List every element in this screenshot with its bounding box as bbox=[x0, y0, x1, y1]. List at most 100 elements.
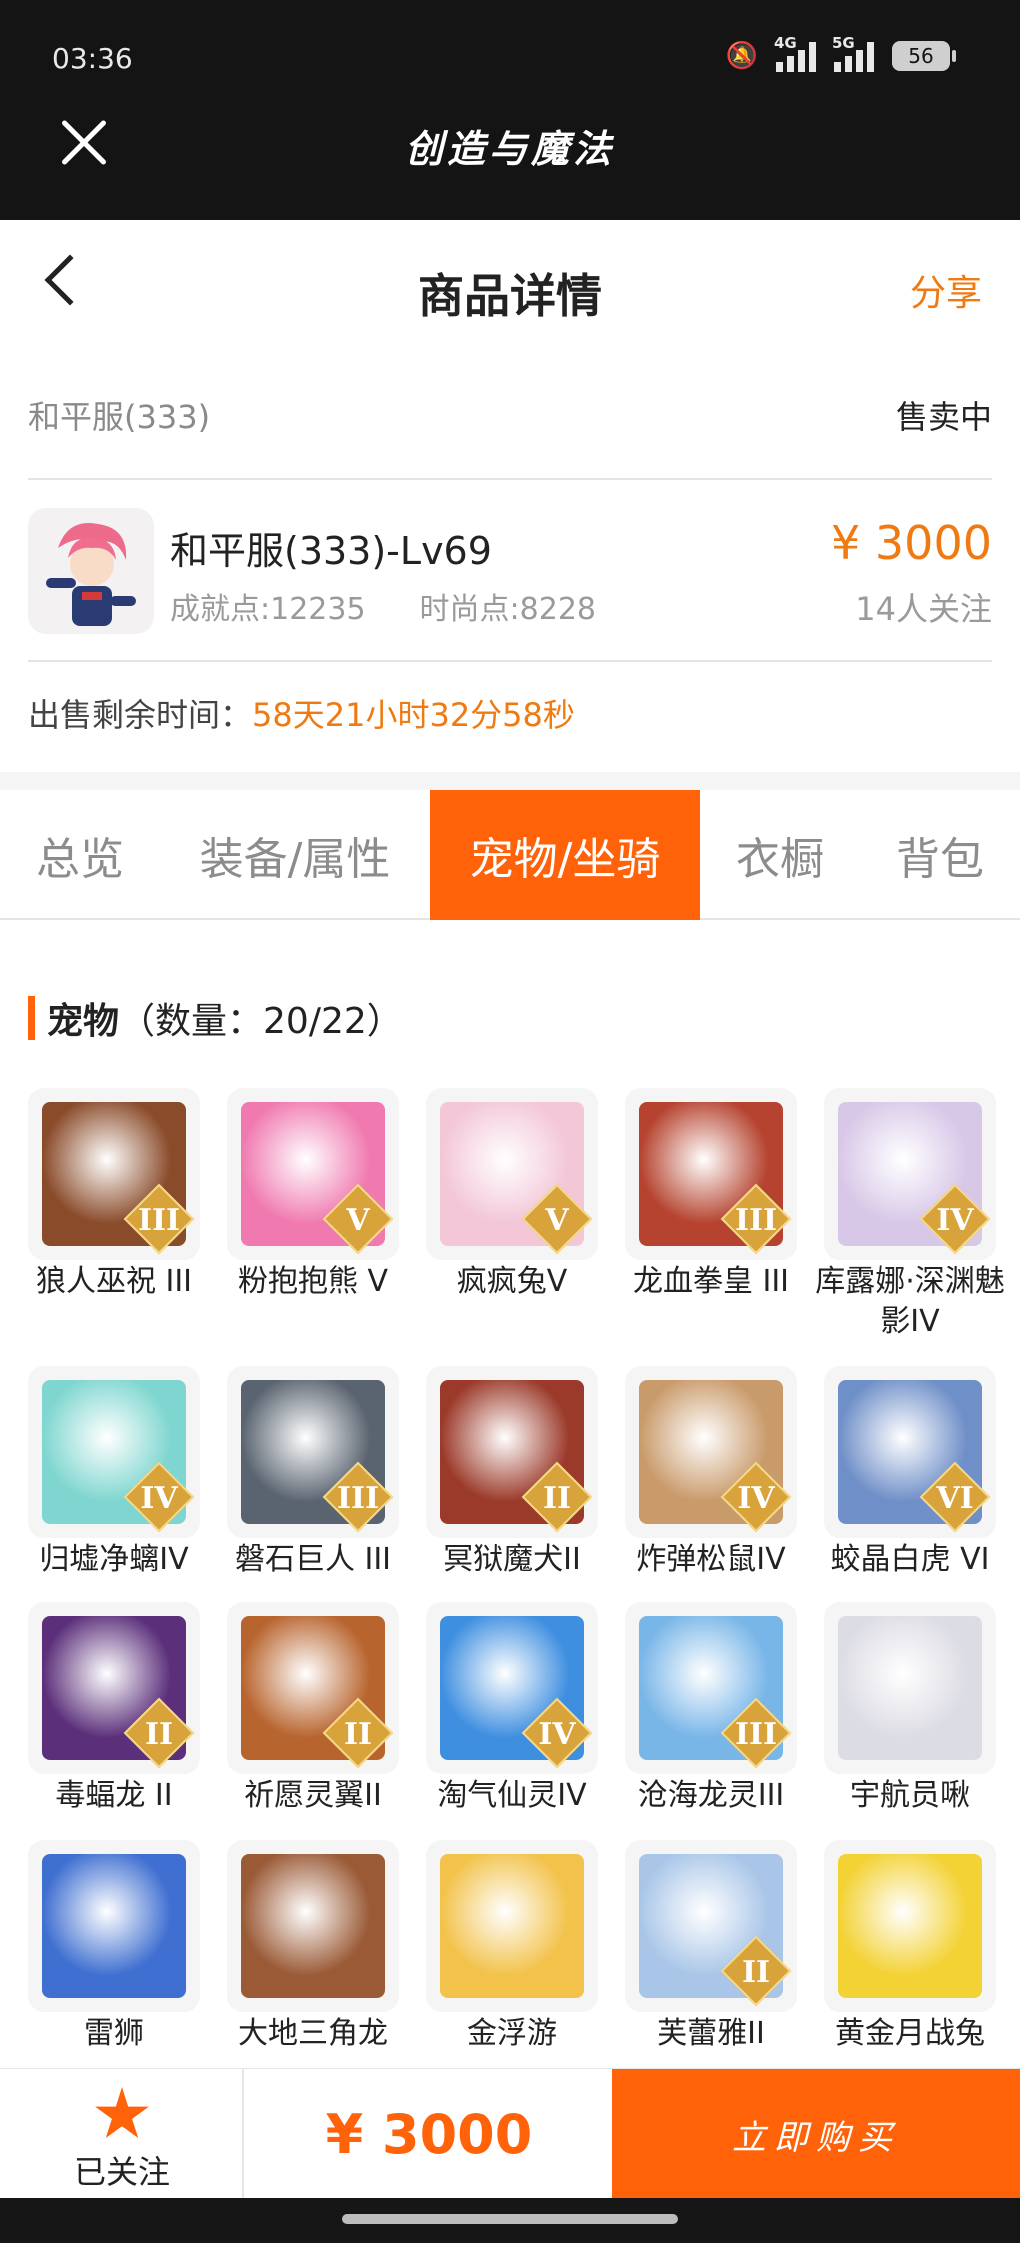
pet-card[interactable]: 宇航员啾 bbox=[824, 1602, 996, 1816]
share-button[interactable]: 分享 bbox=[910, 264, 982, 316]
sale-status: 售卖中 bbox=[895, 398, 992, 436]
pet-image: IV bbox=[824, 1088, 996, 1260]
follow-label: 已关注 bbox=[73, 2153, 170, 2191]
tab-wardrobe[interactable]: 衣橱 bbox=[700, 790, 860, 920]
pet-image: V bbox=[426, 1088, 598, 1260]
pet-image: II bbox=[28, 1602, 200, 1774]
section-title-text: 宠物 bbox=[47, 1001, 120, 1042]
pet-card[interactable]: V 粉抱抱熊 V bbox=[227, 1088, 399, 1302]
signal-icon: 4G bbox=[774, 34, 816, 72]
pet-card[interactable]: V 疯疯兔V bbox=[426, 1088, 598, 1302]
pet-image: II bbox=[625, 1840, 797, 2012]
pet-card[interactable]: 黄金月战兔 bbox=[824, 1840, 996, 2054]
home-indicator[interactable] bbox=[342, 2214, 678, 2224]
bell-off-icon: 🔕 bbox=[725, 41, 758, 71]
pet-art bbox=[838, 1854, 982, 1998]
pet-name: 大地三角龙 bbox=[238, 2016, 388, 2051]
pet-card[interactable]: II 芙蕾雅II bbox=[625, 1840, 797, 2054]
pet-card[interactable]: IV 炸弹松鼠IV bbox=[625, 1366, 797, 1580]
tier-label: IV bbox=[737, 1481, 775, 1516]
tier-label: II bbox=[144, 1717, 174, 1752]
tab-overview[interactable]: 总览 bbox=[0, 790, 160, 920]
page-header: 商品详情 分享 bbox=[0, 220, 1020, 350]
tier-label: IV bbox=[538, 1717, 576, 1752]
section-gap bbox=[0, 772, 1020, 790]
page-title: 商品详情 bbox=[418, 269, 602, 323]
pet-name: 沧海龙灵III bbox=[637, 1778, 785, 1813]
pet-card[interactable]: III 龙血拳皇 III bbox=[625, 1088, 797, 1302]
pet-art bbox=[241, 1854, 385, 1998]
pet-name: 归墟净螭IV bbox=[39, 1542, 189, 1577]
pet-image: II bbox=[227, 1602, 399, 1774]
pet-name: 疯疯兔V bbox=[456, 1264, 568, 1299]
pet-name: 祈愿灵翼II bbox=[244, 1778, 382, 1813]
pet-art bbox=[838, 1616, 982, 1760]
pet-name: 炸弹松鼠IV bbox=[636, 1542, 786, 1577]
pet-card[interactable]: II 冥狱魔犬II bbox=[426, 1366, 598, 1580]
pet-name: 蛟晶白虎 VI bbox=[830, 1542, 990, 1577]
server-name: 和平服(333) bbox=[28, 398, 211, 436]
achievement-points: 成就点:12235 bbox=[170, 592, 366, 627]
pet-image bbox=[824, 1602, 996, 1774]
fashion-points: 时尚点:8228 bbox=[419, 592, 597, 627]
pet-image: III bbox=[227, 1366, 399, 1538]
pet-card[interactable]: III 沧海龙灵III bbox=[625, 1602, 797, 1816]
bottom-price: ¥ 3000 bbox=[325, 2103, 533, 2166]
section-title: 宠物 （数量：20/22） bbox=[28, 992, 403, 1044]
pet-card[interactable]: 金浮游 bbox=[426, 1840, 598, 2054]
pet-image: III bbox=[625, 1088, 797, 1260]
pet-name: 雷狮 bbox=[84, 2016, 144, 2051]
pet-name: 金浮游 bbox=[467, 2016, 557, 2051]
item-summary: 和平服(333)-Lv69 成就点:12235 时尚点:8228 ¥ 3000 1… bbox=[28, 500, 992, 640]
pet-image: VI bbox=[824, 1366, 996, 1538]
pet-image bbox=[28, 1840, 200, 2012]
pet-card[interactable]: VI 蛟晶白虎 VI bbox=[824, 1366, 996, 1580]
star-icon bbox=[95, 2087, 149, 2138]
pet-name: 芙蕾雅II bbox=[657, 2016, 765, 2051]
pet-card[interactable]: 雷狮 bbox=[28, 1840, 200, 2054]
battery-icon: 56 bbox=[892, 41, 956, 71]
pet-name: 狼人巫祝 III bbox=[35, 1264, 193, 1299]
pet-image: V bbox=[227, 1088, 399, 1260]
bottom-action-bar: 已关注 ¥ 3000 立即购买 bbox=[0, 2068, 1020, 2199]
pet-image bbox=[227, 1840, 399, 2012]
pet-image: IV bbox=[426, 1602, 598, 1774]
pet-card[interactable]: 大地三角龙 bbox=[227, 1840, 399, 2054]
pet-art bbox=[42, 1854, 186, 1998]
tier-label: V bbox=[346, 1203, 370, 1238]
tier-label: II bbox=[343, 1717, 373, 1752]
pet-image: IV bbox=[28, 1366, 200, 1538]
buy-now-button[interactable]: 立即购买 bbox=[612, 2069, 1020, 2199]
pet-card[interactable]: III 狼人巫祝 III bbox=[28, 1088, 200, 1302]
tier-label: II bbox=[741, 1955, 771, 1990]
pet-card[interactable]: IV 库露娜·深渊魅影IV bbox=[815, 1088, 1005, 1342]
remaining-time: 出售剩余时间：58天21小时32分58秒 bbox=[28, 690, 575, 736]
pet-card[interactable]: II 毒蝠龙 II bbox=[28, 1602, 200, 1816]
pet-name: 宇航员啾 bbox=[850, 1778, 970, 1813]
pet-card[interactable]: IV 淘气仙灵IV bbox=[426, 1602, 598, 1816]
item-price: ¥ 3000 bbox=[831, 516, 992, 570]
tab-pets-mounts[interactable]: 宠物/坐骑 bbox=[430, 790, 700, 920]
app-topbar: 03:36 🔕 4G 5G 56 创造与魔法 bbox=[0, 0, 1020, 220]
system-nav-bar bbox=[0, 2198, 1020, 2243]
app-title: 创造与魔法 bbox=[404, 126, 615, 171]
tab-equipment[interactable]: 装备/属性 bbox=[160, 790, 430, 920]
pet-image: III bbox=[28, 1088, 200, 1260]
follow-button[interactable]: 已关注 bbox=[0, 2069, 244, 2199]
status-time: 03:36 bbox=[52, 42, 133, 75]
pet-card[interactable]: II 祈愿灵翼II bbox=[227, 1602, 399, 1816]
tab-backpack[interactable]: 背包 bbox=[860, 790, 1020, 920]
pet-art bbox=[440, 1854, 584, 1998]
remaining-value: 58天21小时32分58秒 bbox=[252, 696, 575, 734]
remaining-label: 出售剩余时间： bbox=[28, 696, 253, 734]
section-accent-bar bbox=[28, 996, 35, 1040]
tier-label: III bbox=[734, 1203, 778, 1238]
follower-count: 14人关注 bbox=[855, 590, 992, 628]
tier-label: III bbox=[336, 1481, 380, 1516]
tier-label: III bbox=[734, 1717, 778, 1752]
avatar bbox=[28, 508, 154, 634]
pet-card[interactable]: III 磐石巨人 III bbox=[227, 1366, 399, 1580]
pet-card[interactable]: IV 归墟净螭IV bbox=[28, 1366, 200, 1580]
divider bbox=[28, 478, 992, 480]
pet-name: 毒蝠龙 II bbox=[55, 1778, 173, 1813]
